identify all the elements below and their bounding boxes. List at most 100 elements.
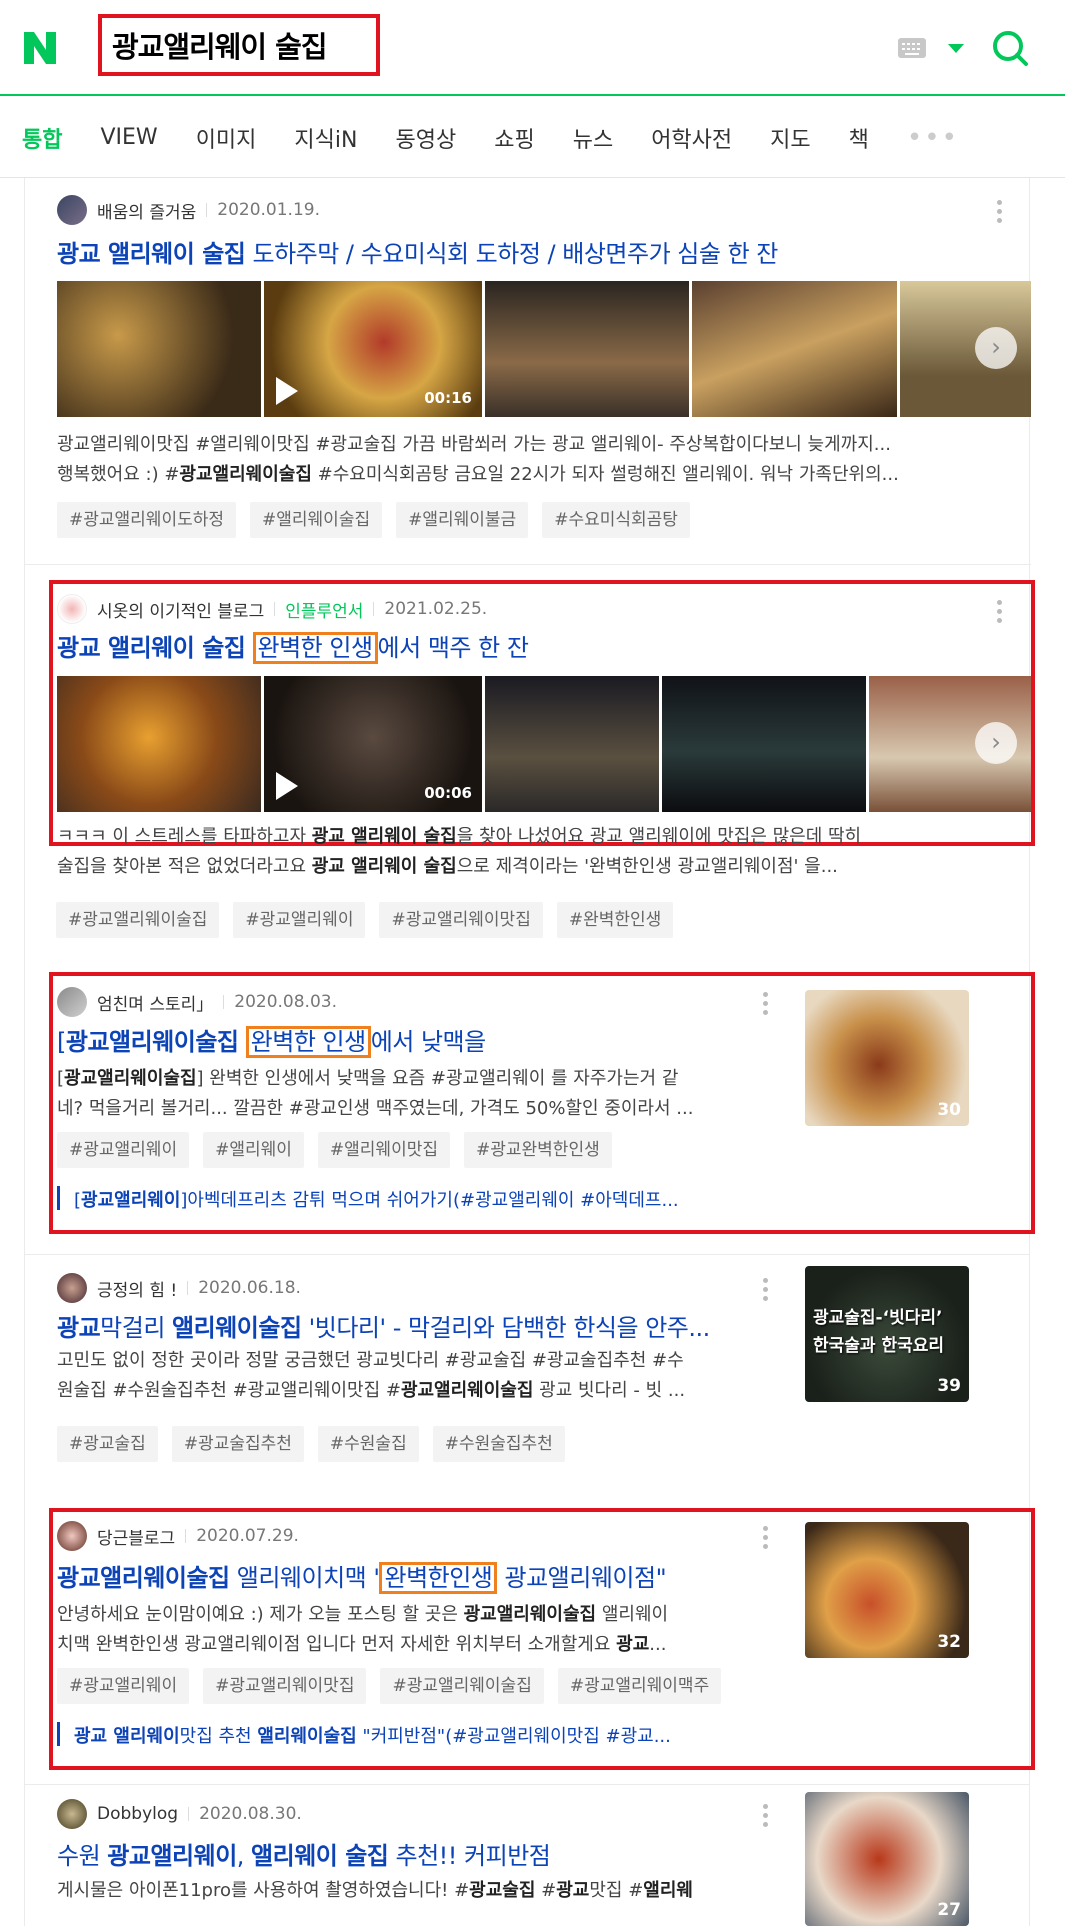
avatar[interactable]: [57, 987, 87, 1017]
play-icon: [276, 377, 298, 405]
keyboard-icon[interactable]: [898, 38, 926, 58]
author-name[interactable]: 배움의 즐거움: [97, 198, 196, 223]
hashtag[interactable]: #광교앨리웨이: [233, 902, 366, 938]
more-options-icon[interactable]: [763, 1526, 769, 1550]
hashtag[interactable]: #광교술집추천: [171, 1426, 304, 1462]
autocomplete-toggle-icon[interactable]: [948, 44, 964, 53]
post-title[interactable]: [광교앨리웨이술집 완벽한 인생 에서 낮맥을: [57, 1022, 757, 1059]
author-name[interactable]: Dobbylog: [97, 1804, 178, 1824]
naver-logo-icon[interactable]: [22, 30, 58, 66]
author-name[interactable]: 엄친며 스토리」: [97, 990, 213, 1015]
tab-shopping[interactable]: 쇼핑: [494, 122, 534, 154]
search-icon[interactable]: [990, 28, 1030, 68]
next-arrow-icon[interactable]: ›: [975, 722, 1017, 764]
hashtag[interactable]: #광교앨리웨이맥주: [557, 1668, 722, 1704]
hashtag[interactable]: #앨리웨이술집: [250, 502, 383, 538]
post-title[interactable]: 광교앨리웨이술집 앨리웨이치맥 ' 완벽한인생 광교앨리웨이점": [57, 1558, 777, 1595]
hashtag[interactable]: #광교앨리웨이맛집: [379, 902, 543, 938]
post-thumbnail[interactable]: 광교술집-‘빗다리’ 한국술과 한국요리 39: [805, 1266, 969, 1402]
search-query: 광교앨리웨이 술집: [112, 30, 328, 64]
author-name[interactable]: 시옷의 이기적인 블로그: [97, 597, 264, 622]
post-meta: 시옷의 이기적인 블로그 인플루언서 2021.02.25.: [57, 593, 487, 625]
hashtag[interactable]: #수요미식회곰탕: [542, 502, 690, 538]
related-post-link[interactable]: 광교 앨리웨이맛집 추천 앨리웨이술집 "커피반점"(#광교앨리웨이맛집 #광교…: [57, 1722, 757, 1746]
post-thumbnail[interactable]: 27: [805, 1792, 969, 1926]
thumbnail[interactable]: [485, 281, 689, 417]
meta-divider: [206, 203, 208, 217]
image-count: 39: [937, 1376, 961, 1396]
hashtag[interactable]: #앨리웨이불금: [396, 502, 529, 538]
hashtag[interactable]: #광교앨리웨이도하정: [57, 502, 237, 538]
next-arrow-icon[interactable]: ›: [975, 327, 1017, 369]
results-list: 배움의 즐거움 2020.01.19. 광교 앨리웨이 술집 도하주막 / 수요…: [24, 178, 1035, 1926]
meta-divider: [223, 995, 225, 1009]
thumbnail-caption: 광교술집-‘빗다리’ 한국술과 한국요리: [813, 1308, 945, 1356]
image-count: 32: [937, 1632, 961, 1652]
more-options-icon[interactable]: [997, 200, 1003, 224]
image-count: 30: [937, 1100, 961, 1120]
list-item: 엄친며 스토리」 2020.08.03. [광교앨리웨이술집 완벽한 인생 에서 …: [25, 972, 1031, 1234]
tag-list: #광교앨리웨이술집 #광교앨리웨이 #광교앨리웨이맛집 #완벽한인생: [56, 902, 687, 938]
hashtag[interactable]: #광교앨리웨이맛집: [203, 1668, 367, 1704]
more-options-icon[interactable]: [763, 1804, 769, 1828]
thumbnail[interactable]: [485, 676, 659, 812]
author-name[interactable]: 당근블로그: [97, 1524, 175, 1549]
list-item: 시옷의 이기적인 블로그 인플루언서 2021.02.25. 광교 앨리웨이 술…: [25, 580, 1031, 877]
search-input[interactable]: 광교앨리웨이 술집: [98, 14, 380, 76]
more-options-icon[interactable]: [763, 992, 769, 1016]
meta-divider: [187, 1281, 189, 1295]
post-thumbnail[interactable]: 30: [805, 990, 969, 1126]
tab-map[interactable]: 지도: [770, 122, 810, 154]
author-name[interactable]: 긍정의 힘 !: [97, 1276, 177, 1301]
more-options-icon[interactable]: [763, 1278, 769, 1302]
post-meta: 엄친며 스토리」 2020.08.03.: [57, 986, 337, 1018]
hashtag[interactable]: #수원술집: [317, 1426, 419, 1462]
tab-kin[interactable]: 지식iN: [294, 122, 357, 154]
thumbnail[interactable]: [692, 281, 897, 417]
tab-all[interactable]: 통합: [22, 122, 62, 154]
post-title[interactable]: 광교 앨리웨이 술집 완벽한 인생 에서 맥주 한 잔: [57, 628, 997, 665]
post-meta: 당근블로그 2020.07.29.: [57, 1520, 299, 1552]
tab-news[interactable]: 뉴스: [573, 122, 613, 154]
hashtag[interactable]: #광교앨리웨이: [57, 1132, 190, 1168]
avatar[interactable]: [57, 594, 87, 624]
divider: [25, 1254, 1029, 1255]
avatar[interactable]: [57, 195, 87, 225]
tab-more-icon[interactable]: •••: [907, 123, 959, 153]
more-options-icon[interactable]: [997, 600, 1003, 624]
tab-books[interactable]: 책: [849, 122, 869, 154]
post-title[interactable]: 수원 광교앨리웨이, 앨리웨이 술집 추천!! 커피반점: [57, 1836, 777, 1871]
hashtag[interactable]: #광교완벽한인생: [464, 1132, 612, 1168]
post-title[interactable]: 광교막걸리 앨리웨이술집 '빗다리' - 막걸리와 담백한 한식을 안주...: [57, 1308, 767, 1343]
hashtag[interactable]: #광교앨리웨이: [57, 1668, 190, 1704]
tab-video[interactable]: 동영상: [395, 122, 456, 154]
tab-dictionary[interactable]: 어학사전: [651, 122, 732, 154]
meta-divider: [274, 602, 276, 616]
avatar[interactable]: [57, 1799, 87, 1829]
hashtag[interactable]: #광교앨리웨이술집: [56, 902, 220, 938]
video-thumbnail[interactable]: 00:16: [264, 281, 482, 417]
related-post-link[interactable]: [광교앨리웨이]아벡데프리츠 감튀 먹으며 쉬어가기(#광교앨리웨이 #아덱데프…: [57, 1186, 757, 1210]
meta-divider: [373, 602, 375, 616]
hashtag[interactable]: #완벽한인생: [556, 902, 674, 938]
hashtag[interactable]: #수원술집추천: [432, 1426, 565, 1462]
list-item: 배움의 즐거움 2020.01.19. 광교 앨리웨이 술집 도하주막 / 수요…: [25, 178, 1031, 542]
video-thumbnail[interactable]: 00:06: [264, 676, 482, 812]
tag-list: #광교앨리웨이도하정 #앨리웨이술집 #앨리웨이불금 #수요미식회곰탕: [57, 502, 704, 538]
hashtag[interactable]: #앨리웨이맛집: [317, 1132, 450, 1168]
avatar[interactable]: [57, 1521, 87, 1551]
tab-images[interactable]: 이미지: [196, 122, 257, 154]
avatar[interactable]: [57, 1273, 87, 1303]
post-meta: 긍정의 힘 ! 2020.06.18.: [57, 1272, 301, 1304]
divider: [25, 1784, 1029, 1785]
tab-view[interactable]: VIEW: [100, 125, 157, 150]
tag-list: #광교앨리웨이 #앨리웨이 #앨리웨이맛집 #광교완벽한인생: [57, 1132, 626, 1168]
thumbnail[interactable]: [662, 676, 866, 812]
post-thumbnail[interactable]: 32: [805, 1522, 969, 1658]
hashtag[interactable]: #앨리웨이: [203, 1132, 304, 1168]
hashtag[interactable]: #광교술집: [57, 1426, 158, 1462]
hashtag[interactable]: #광교앨리웨이술집: [380, 1668, 544, 1704]
thumbnail[interactable]: [57, 281, 261, 417]
post-title[interactable]: 광교 앨리웨이 술집 도하주막 / 수요미식회 도하정 / 배상면주가 심술 한…: [57, 234, 997, 269]
thumbnail[interactable]: [57, 676, 261, 812]
